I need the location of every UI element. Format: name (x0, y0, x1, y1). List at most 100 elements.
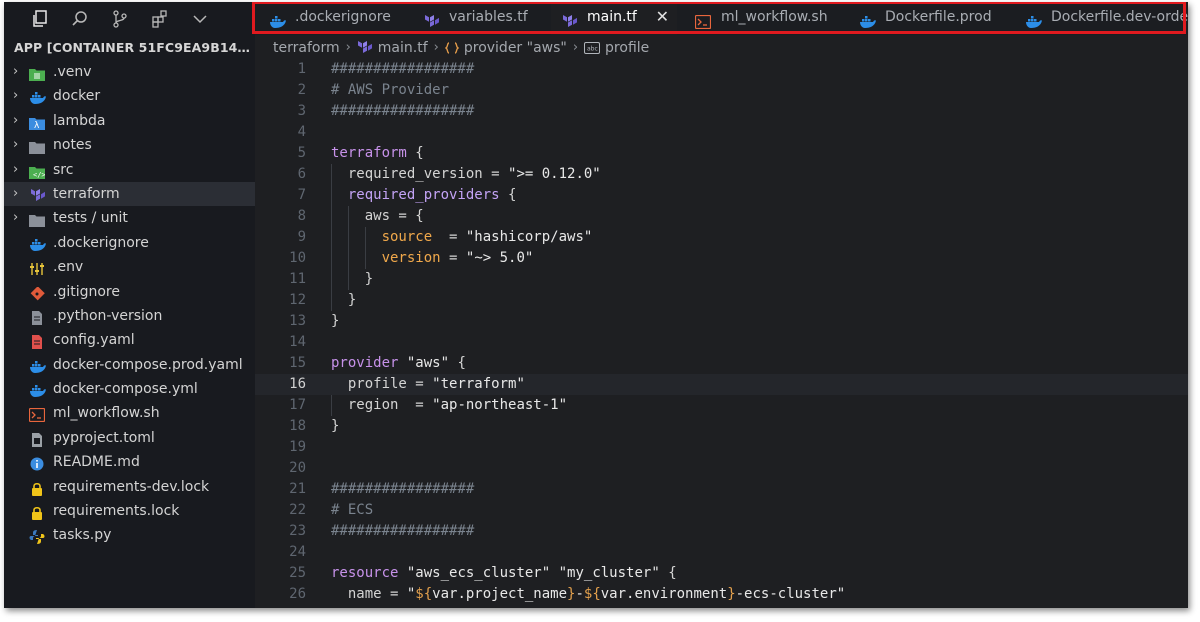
code-text: } (331, 418, 340, 434)
code-text: terraform { (331, 145, 424, 161)
code-line[interactable]: 18} (255, 416, 1188, 437)
file-item[interactable]: docker-compose.prod.yaml (4, 353, 255, 377)
chevron-right-icon[interactable]: › (13, 133, 18, 157)
file-item[interactable]: .env (4, 255, 255, 279)
code-line[interactable]: 23 ################# (255, 521, 1188, 542)
chevron-right-icon[interactable]: › (13, 206, 18, 230)
line-number: 14 (289, 334, 306, 350)
file-item[interactable]: tasks.py (4, 523, 255, 547)
folder-item[interactable]: › λ lambda (4, 109, 255, 133)
tab[interactable]: .dockerignore (259, 2, 409, 35)
line-number: 23 (289, 523, 306, 539)
code-line[interactable]: 22 # ECS (255, 500, 1188, 521)
code-line[interactable]: 24 (255, 542, 1188, 563)
terraform-icon (423, 10, 441, 27)
chevron-right-icon[interactable]: › (13, 84, 18, 108)
code-text: provider "aws" { (331, 355, 466, 371)
code-line[interactable]: 16 profile = "terraform" (255, 374, 1188, 395)
code-line[interactable]: 2 # AWS Provider (255, 80, 1188, 101)
breadcrumb-symbol[interactable]: provider "aws" (444, 37, 567, 59)
code-line[interactable]: 4 (255, 122, 1188, 143)
code-line[interactable]: 26 name = "${var.project_name}-${var.env… (255, 584, 1188, 605)
chevron-down-icon[interactable] (190, 9, 210, 29)
breadcrumb-property[interactable]: abc profile (584, 37, 649, 59)
breadcrumb: terraform › main.tf › provider "aws" › a… (273, 37, 649, 59)
file-item[interactable]: docker-compose.yml (4, 377, 255, 401)
code-line[interactable]: 10 version = "~> 5.0" (255, 248, 1188, 269)
close-icon[interactable]: ✕ (656, 2, 669, 32)
code-line[interactable]: 9 source = "hashicorp/aws" (255, 227, 1188, 248)
docker-icon (29, 236, 46, 251)
code-line[interactable]: 19 (255, 437, 1188, 458)
tree-item-label: .venv (53, 64, 92, 80)
file-item[interactable]: requirements.lock (4, 499, 255, 523)
editor-area: .dockerignore variables.tf main.tf ✕ ml_work… (255, 2, 1188, 608)
chevron-right-icon[interactable]: › (13, 60, 18, 84)
code-line[interactable]: 1 ################# (255, 59, 1188, 80)
code-line[interactable]: 6 required_version = ">= 0.12.0" (255, 164, 1188, 185)
venv-folder-icon (29, 65, 45, 81)
file-icon (29, 309, 45, 325)
line-number: 18 (289, 418, 306, 434)
line-number: 10 (289, 250, 306, 266)
file-item[interactable]: pyproject.toml (4, 426, 255, 450)
code-line[interactable]: 11 } (255, 269, 1188, 290)
file-item[interactable]: ml_workflow.sh (4, 401, 255, 425)
tree-item-label: pyproject.toml (53, 429, 155, 446)
extensions-icon[interactable] (150, 9, 170, 29)
line-number: 22 (289, 502, 306, 518)
line-number: 20 (289, 460, 306, 476)
explorer-icon[interactable] (30, 9, 50, 29)
code-line[interactable]: 15 provider "aws" { (255, 353, 1188, 374)
code-line[interactable]: 25 resource "aws_ecs_cluster" "my_cluster… (255, 563, 1188, 584)
tab[interactable]: main.tf ✕ (551, 2, 677, 35)
breadcrumb-folder-label: terraform (273, 40, 340, 56)
lock-icon (29, 480, 45, 496)
line-number: 26 (289, 586, 306, 602)
code-line[interactable]: 17 region = "ap-northeast-1" (255, 395, 1188, 416)
tab[interactable]: Dockerfile.prod (849, 2, 1011, 35)
folder-item[interactable]: › terraform (4, 181, 255, 207)
code-line[interactable]: 21 ################# (255, 479, 1188, 500)
code-line[interactable]: 20 (255, 458, 1188, 479)
file-item[interactable]: config.yaml (4, 328, 255, 352)
file-item[interactable]: .dockerignore (4, 231, 255, 255)
file-item[interactable]: .python-version (4, 304, 255, 328)
code-editor[interactable]: 1 ################# 2 # AWS Provider 3 ######… (255, 59, 1188, 608)
file-item[interactable]: requirements-dev.lock (4, 475, 255, 499)
folder-item[interactable]: › notes (4, 133, 255, 157)
terraform-icon (561, 10, 579, 27)
search-icon[interactable] (70, 9, 90, 29)
file-tree: › .venv › docker › λ lambda › notes › </> src › terra… (4, 60, 255, 548)
breadcrumb-separator-icon: › (433, 40, 439, 55)
tab[interactable]: Dockerfile.dev-order (1015, 2, 1188, 35)
source-control-icon[interactable] (110, 9, 130, 29)
vscode-window: APP [CONTAINER 51FC9EA9B149 (ML-T... › .v… (4, 2, 1188, 608)
code-line[interactable]: 7 required_providers { (255, 185, 1188, 206)
svg-text:abc: abc (587, 46, 598, 53)
folder-item[interactable]: › </> src (4, 158, 255, 182)
line-number: 13 (289, 313, 306, 329)
folder-item[interactable]: › .venv (4, 60, 255, 84)
tab[interactable]: ml_workflow.sh (685, 2, 845, 35)
file-item[interactable]: README.md (4, 450, 255, 474)
code-line[interactable]: 12 } (255, 290, 1188, 311)
chevron-right-icon[interactable]: › (13, 109, 18, 133)
code-line[interactable]: 8 aws = { (255, 206, 1188, 227)
code-line[interactable]: 3 ################# (255, 101, 1188, 122)
chevron-right-icon[interactable]: › (13, 182, 18, 206)
docker-icon (269, 10, 287, 28)
breadcrumb-file[interactable]: main.tf (357, 37, 428, 59)
code-line[interactable]: 13} (255, 311, 1188, 332)
code-line[interactable]: 14 (255, 332, 1188, 353)
python-icon (29, 528, 45, 545)
workspace-title[interactable]: APP [CONTAINER 51FC9EA9B149 (ML-T... (4, 36, 255, 60)
folder-item[interactable]: › docker (4, 84, 255, 108)
tab[interactable]: variables.tf (413, 2, 551, 35)
breadcrumb-folder[interactable]: terraform (273, 37, 340, 59)
code-line[interactable]: 5 terraform { (255, 143, 1188, 164)
folder-item[interactable]: › tests / unit (4, 206, 255, 230)
chevron-right-icon[interactable]: › (13, 158, 18, 182)
file-item[interactable]: .gitignore (4, 280, 255, 304)
tree-item-label: docker (53, 88, 101, 105)
